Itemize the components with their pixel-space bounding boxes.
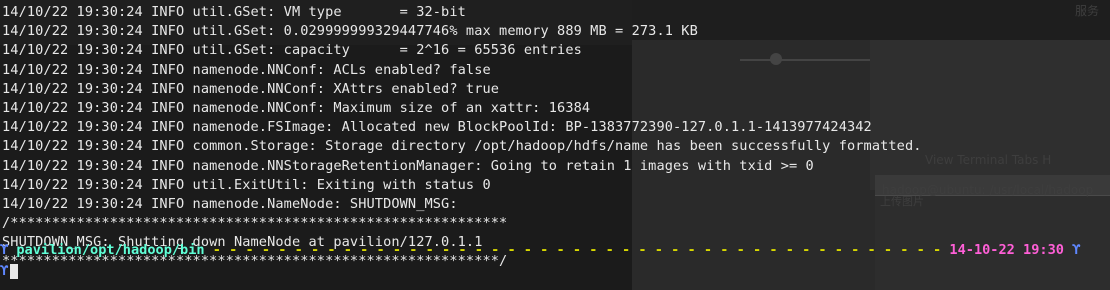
prompt-path: pavilion/opt/hadoop/bin xyxy=(16,242,205,258)
terminal-line: 14/10/22 19:30:24 INFO namenode.NNConf: … xyxy=(2,99,591,116)
terminal-line: 14/10/22 19:30:24 INFO namenode.NNConf: … xyxy=(2,61,491,78)
terminal-line: 14/10/22 19:30:24 INFO namenode.FSImage:… xyxy=(2,119,872,136)
terminal-line: 14/10/22 19:30:24 INFO namenode.NNConf: … xyxy=(2,80,500,97)
terminal-line: 14/10/22 19:30:24 INFO namenode.NNStorag… xyxy=(2,157,814,174)
terminal-line: /***************************************… xyxy=(2,215,508,232)
terminal-line: 14/10/22 19:30:24 INFO namenode.NameNode… xyxy=(2,195,458,212)
terminal-line: 14/10/22 19:30:24 INFO util.GSet: 0.0299… xyxy=(2,23,698,40)
prompt-end-glyph-icon: ϒ xyxy=(1072,242,1081,258)
text-cursor xyxy=(10,263,19,279)
prompt-glyph-icon: ϒ xyxy=(0,242,9,258)
input-prompt-glyph-icon: ϒ xyxy=(0,263,9,279)
terminal-line: 14/10/22 19:30:24 INFO common.Storage: S… xyxy=(2,138,922,155)
terminal-line: 14/10/22 19:30:24 INFO util.GSet: capaci… xyxy=(2,42,582,59)
terminal-line: 14/10/22 19:30:24 INFO util.ExitUtil: Ex… xyxy=(2,176,491,193)
terminal-line: 14/10/22 19:30:24 INFO util.GSet: VM typ… xyxy=(2,4,466,20)
command-input-line[interactable]: ϒ xyxy=(0,262,1110,281)
prompt-timestamp: 14-10-22 19:30 xyxy=(949,242,1064,258)
terminal-screen: 服务 View Terminal Tabs H hadoop@ubuntu: /… xyxy=(0,0,1110,290)
shell-prompt: ϒ pavilion/opt/hadoop/bin - - - - - - - … xyxy=(0,241,1110,260)
prompt-separator: - - - - - - - - - - - - - - - - - - - - … xyxy=(204,242,950,258)
